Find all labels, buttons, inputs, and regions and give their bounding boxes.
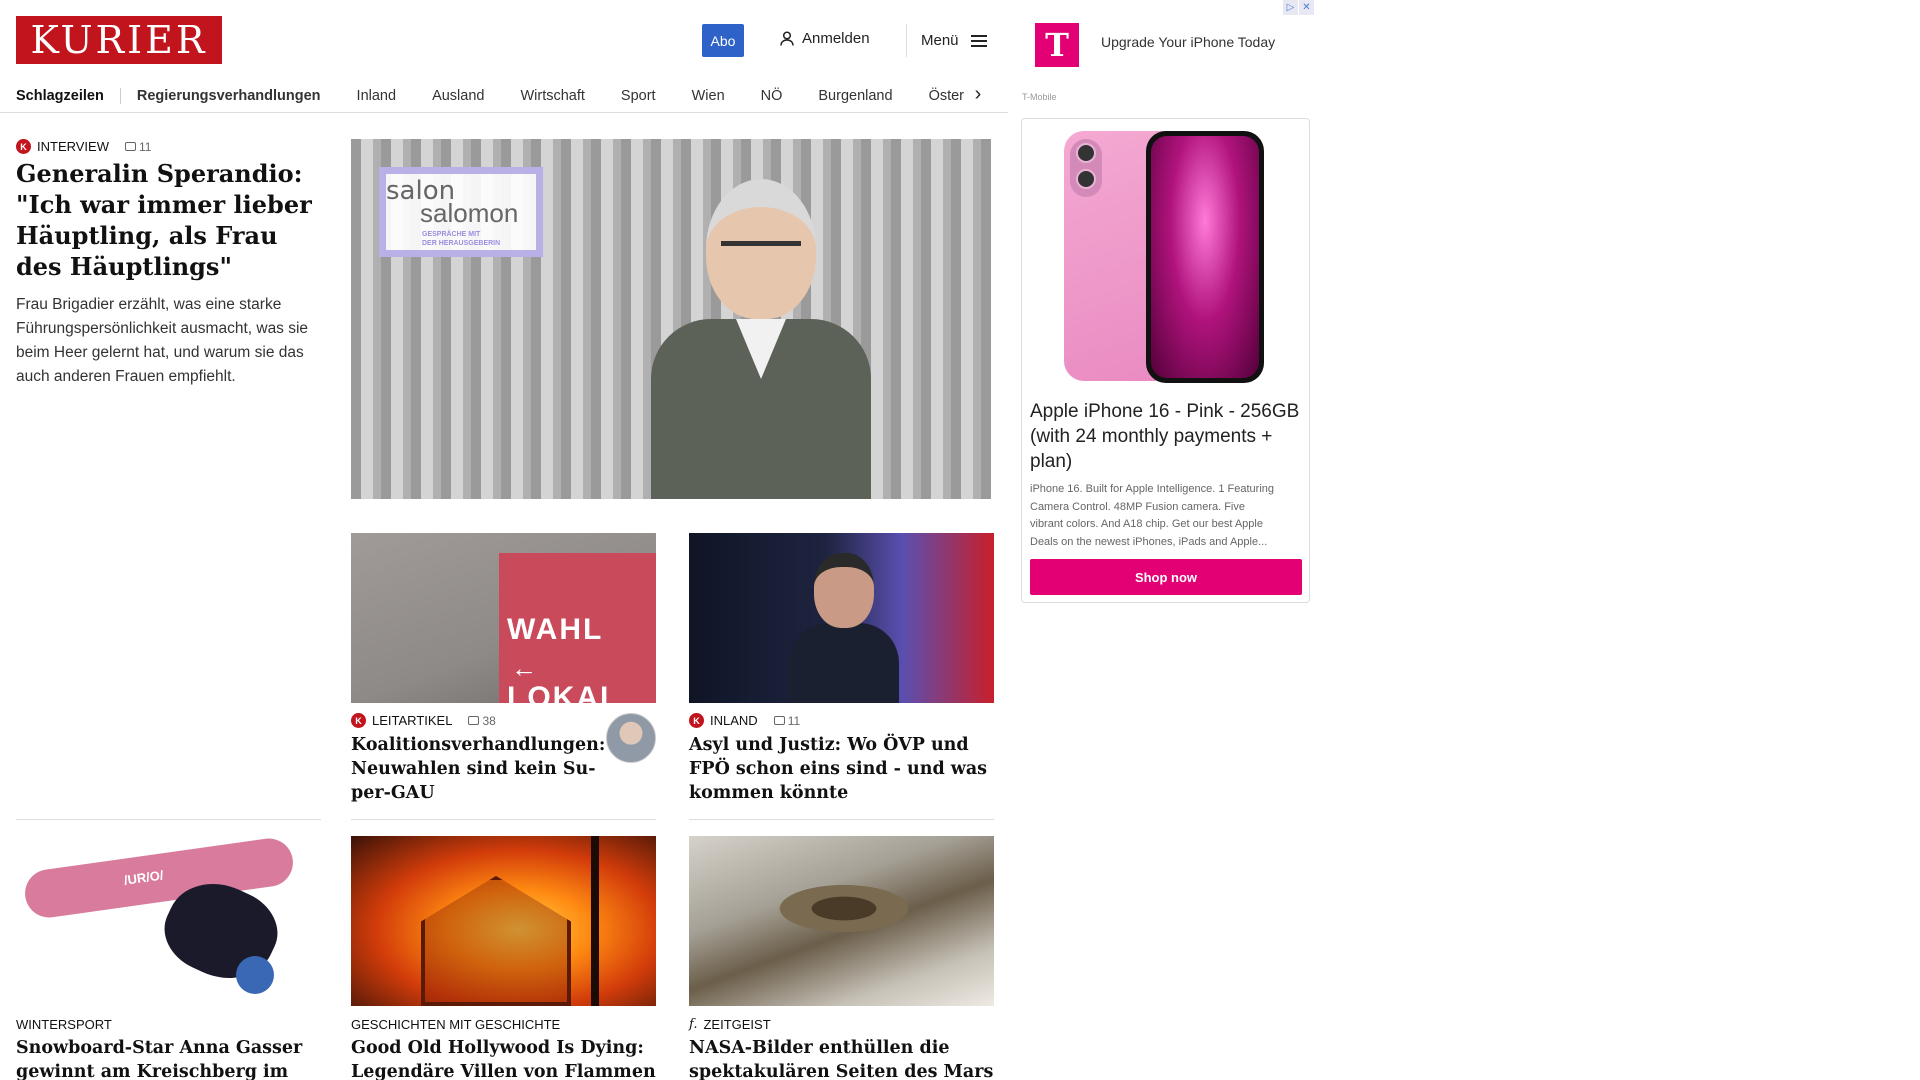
- tree-silhouette: [591, 836, 599, 1006]
- ad-card[interactable]: Apple iPhone 16 - Pink - 256GB (with 24 …: [1021, 118, 1310, 603]
- card-comments[interactable]: 11: [773, 713, 801, 728]
- card-kicker-label: INLAND: [710, 713, 758, 728]
- nav-item-wirtschaft[interactable]: Wirtschaft: [520, 88, 584, 104]
- lead-comments[interactable]: 11: [125, 140, 151, 154]
- kurier-logo[interactable]: KURIER: [16, 16, 222, 64]
- row-divider: [16, 819, 321, 820]
- ad-close-icon[interactable]: ✕: [1299, 0, 1314, 15]
- menu-button[interactable]: Menü: [906, 24, 987, 57]
- card-kicker: K LEITARTIKEL 38: [351, 713, 496, 728]
- nav-scroll-right-icon[interactable]: ›: [966, 78, 990, 110]
- arrow-left-icon: ←: [511, 653, 539, 683]
- lead-kicker: K INTERVIEW 11: [16, 139, 151, 154]
- card-comment-count: 38: [482, 713, 496, 728]
- sign-word-bottom: LOKAL: [507, 681, 621, 703]
- menu-label: Menü: [921, 32, 959, 49]
- ad-headline[interactable]: Upgrade Your iPhone Today: [1101, 34, 1275, 50]
- nav-item-regierungsverhandlungen[interactable]: Regierungsverhandlungen: [137, 88, 321, 104]
- card-kicker-label: ZEITGEIST: [703, 1017, 771, 1032]
- header-divider: [0, 112, 1008, 113]
- card-kicker: GESCHICHTEN MIT GESCHICHTE: [351, 1017, 561, 1032]
- lead-headline[interactable]: Generalin Sperandio: "Ich war immer lieb…: [16, 158, 316, 282]
- section-nav: Schlagzeilen Regierungsverhandlungen Inl…: [16, 78, 984, 114]
- row-divider: [689, 819, 994, 820]
- badge-line-2: salomon: [420, 198, 519, 228]
- card-headline[interactable]: Good Old Hollywood Is Dying: Le­gendäre …: [351, 1036, 656, 1080]
- sign-word-top: WAHL: [507, 613, 604, 646]
- card-kicker: K INLAND 11: [689, 713, 800, 728]
- ad-choices[interactable]: ▷ ✕: [1282, 0, 1314, 15]
- card-headline[interactable]: Snowboard-Star Anna Gasser ge­winnt am K…: [16, 1036, 321, 1080]
- nav-item-oesterreich[interactable]: Öster: [929, 88, 964, 104]
- kurier-plus-icon: K: [16, 139, 31, 154]
- card-kicker-label: LEITARTIKEL: [372, 713, 453, 728]
- comment-icon: [468, 716, 480, 725]
- nav-item-ausland[interactable]: Ausland: [432, 88, 484, 104]
- helmet: [236, 956, 274, 994]
- ad-description: iPhone 16. Built for Apple Intelligence.…: [1030, 483, 1274, 548]
- card-image-press[interactable]: [689, 533, 994, 703]
- nav-item-inland[interactable]: Inland: [357, 88, 397, 104]
- nav-item-wien[interactable]: Wien: [692, 88, 725, 104]
- card-comment-count: 11: [787, 713, 801, 728]
- comment-icon: [773, 716, 785, 725]
- card-kicker: WINTERSPORT: [16, 1017, 112, 1032]
- author-avatar[interactable]: [606, 713, 656, 763]
- card-headline[interactable]: Koalitionsverhandlungen: Neuwahlen sind …: [351, 733, 605, 805]
- tmobile-logo[interactable]: T: [1035, 23, 1079, 67]
- nav-item-sport[interactable]: Sport: [621, 88, 656, 104]
- burning-house: [421, 876, 571, 1006]
- badge-caption: GESPRÄCHE MIT DER HERAUSGEBERIN: [422, 231, 501, 247]
- lead-teaser: Frau Brigadier erzählt, was eine starke …: [16, 296, 309, 385]
- user-icon: [780, 31, 794, 46]
- wahllokal-sign: WAHL ← LOKAL: [499, 553, 656, 703]
- shop-now-button[interactable]: Shop now: [1030, 559, 1302, 595]
- login-label: Anmelden: [802, 30, 870, 47]
- ad-brand: T-Mobile: [1022, 92, 1057, 102]
- abo-button[interactable]: Abo: [702, 24, 744, 57]
- adchoices-icon[interactable]: ▷: [1283, 0, 1298, 15]
- portrait-figure: [651, 179, 871, 499]
- card-headline[interactable]: NASA-Bilder enthüllen die spekta­kulären…: [689, 1036, 994, 1080]
- card-image-wahllokal[interactable]: WAHL ← LOKAL: [351, 533, 656, 703]
- kurier-plus-icon: K: [689, 713, 704, 728]
- ad-product-title[interactable]: Apple iPhone 16 - Pink - 256GB (with 24 …: [1030, 399, 1300, 474]
- iphone-front-image: [1146, 131, 1264, 383]
- login-button[interactable]: Anmelden: [780, 30, 870, 47]
- comment-icon: [125, 142, 136, 151]
- kurier-plus-icon: K: [351, 713, 366, 728]
- card-headline[interactable]: Asyl und Justiz: Wo ÖVP und FPÖ schon ei…: [689, 733, 994, 805]
- row-divider: [351, 819, 656, 820]
- nav-item-schlagzeilen[interactable]: Schlagzeilen: [16, 88, 121, 104]
- mars-crater: [769, 881, 919, 936]
- lead-kicker-label: INTERVIEW: [37, 139, 109, 154]
- lead-comment-count: 11: [139, 139, 152, 154]
- press-figure: [789, 553, 899, 703]
- nav-item-burgenland[interactable]: Burgenland: [818, 88, 892, 104]
- card-kicker: f. ZEITGEIST: [689, 1017, 771, 1032]
- nav-item-noe[interactable]: NÖ: [761, 88, 783, 104]
- card-comments[interactable]: 38: [468, 713, 496, 728]
- hamburger-icon: [970, 34, 987, 47]
- card-image-mars[interactable]: [689, 836, 994, 1006]
- card-image-fire[interactable]: [351, 836, 656, 1006]
- salon-salomon-badge: salon salomon GESPRÄCHE MIT DER HERAUSGEB…: [379, 167, 543, 257]
- lead-image[interactable]: salon salomon GESPRÄCHE MIT DER HERAUSGEB…: [351, 139, 991, 499]
- zeitgeist-icon: f.: [689, 1017, 698, 1032]
- card-image-snowboard[interactable]: /UR/O/: [16, 836, 321, 1006]
